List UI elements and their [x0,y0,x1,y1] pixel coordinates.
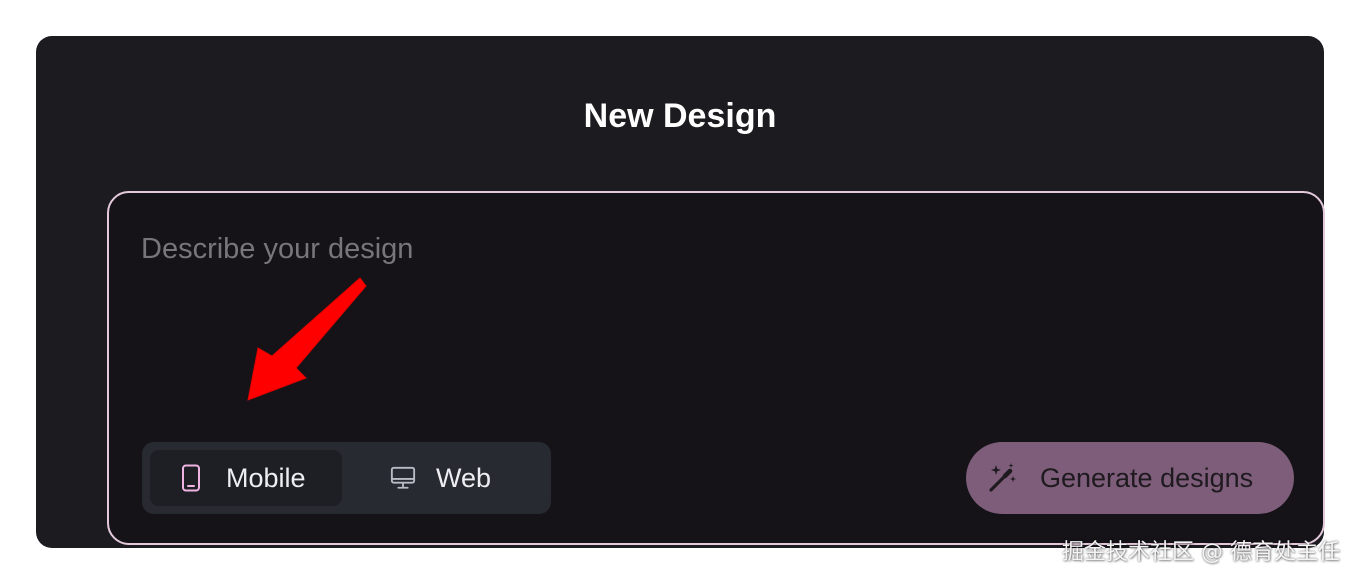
device-toggle: Mobile Web [142,442,551,514]
watermark-text: 掘金技术社区 @ 德育处主任 [1062,540,1340,565]
monitor-icon [390,463,416,493]
smartphone-icon [178,463,204,493]
new-design-dialog: New Design Mobile [36,36,1325,548]
web-option[interactable]: Web [350,450,542,506]
generate-designs-label: Generate designs [1040,462,1254,493]
generate-designs-button[interactable]: Generate designs [966,442,1294,514]
magic-wand-icon [986,461,1020,495]
red-arrow-annotation [247,277,367,401]
dialog-title: New Design [583,97,777,135]
web-option-label: Web [436,462,492,493]
mobile-option-label: Mobile [226,462,306,493]
mobile-option[interactable]: Mobile [150,450,342,506]
